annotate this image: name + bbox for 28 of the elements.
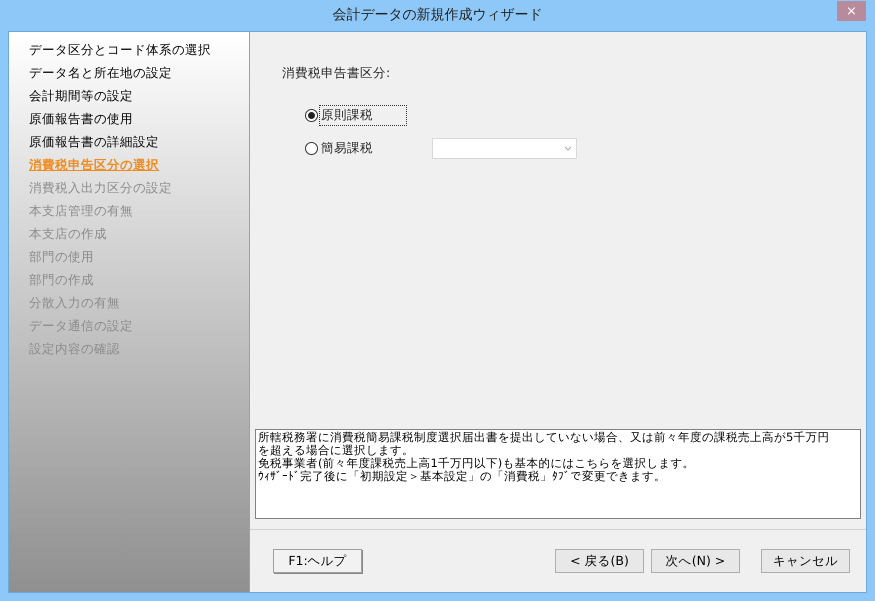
help-text-line: 所轄税務署に消費税簡易課税制度選択届出書を提出していない場合、又は前々年度の課税売上高が5千万円: [258, 431, 830, 444]
help-text-line: 免税事業者(前々年度課税売上高1千万円以下)も基本的にはこちらを選択します。: [258, 457, 696, 470]
chevron-down-icon: [564, 146, 572, 151]
step-item: 部門の作成: [29, 271, 95, 289]
section-label: 消費税申告書区分:: [282, 64, 392, 82]
cancel-button[interactable]: キャンセル: [761, 549, 850, 573]
step-item: 会計期間等の設定: [29, 87, 134, 105]
step-item: 部門の使用: [29, 248, 95, 266]
step-item: データ区分とコード体系の選択: [29, 41, 212, 59]
step-item: 消費税入出力区分の設定: [29, 179, 173, 197]
step-item: データ名と所在地の設定: [29, 64, 173, 82]
step-item: 本支店管理の有無: [29, 202, 134, 220]
help-text-line: ｳｨｻﾞｰﾄﾞ完了後に「初期設定＞基本設定」の「消費税」ﾀﾌﾞで変更できます。: [258, 470, 667, 483]
back-button[interactable]: < 戻る(B): [555, 549, 644, 573]
step-item: 本支店の作成: [29, 225, 108, 243]
step-item: データ通信の設定: [29, 317, 134, 335]
radio-label[interactable]: 簡易課税: [320, 138, 406, 158]
radio-button[interactable]: [305, 142, 318, 155]
help-button[interactable]: F1:ヘルプ: [273, 549, 362, 573]
step-item: 消費税申告区分の選択: [29, 156, 160, 174]
step-item: 原価報告書の詳細設定: [29, 133, 160, 151]
window-title: 会計データの新規作成ウィザード: [332, 6, 542, 25]
next-button[interactable]: 次へ(N) >: [651, 549, 740, 573]
step-item: 分散入力の有無: [29, 294, 121, 312]
radio-button[interactable]: [305, 108, 318, 122]
help-text-line: を超える場合に選択します。: [258, 444, 415, 457]
radio-label[interactable]: 原則課税: [320, 106, 406, 125]
step-item: 原価報告書の使用: [29, 110, 134, 128]
